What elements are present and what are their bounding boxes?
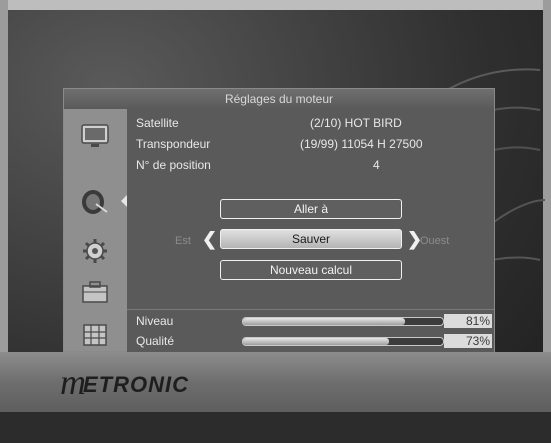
east-label: Est: [175, 235, 191, 247]
grid-box-icon[interactable]: [78, 321, 112, 349]
satellite-dish-icon[interactable]: [78, 188, 112, 216]
save-button[interactable]: Sauver: [220, 229, 402, 249]
level-bar: [242, 317, 444, 326]
transponder-value[interactable]: (19/99) 11054 H 27500: [300, 136, 423, 152]
position-value[interactable]: 4: [373, 157, 380, 173]
motor-settings-dialog: Réglages du moteur Satellite (2/10) HOT …: [63, 88, 495, 352]
toolbox-icon[interactable]: [78, 278, 112, 306]
quality-label: Qualité: [136, 334, 175, 348]
quality-bar-fill: [243, 338, 389, 345]
west-label: Ouest: [420, 235, 450, 247]
goto-button[interactable]: Aller à: [220, 199, 402, 219]
dialog-title: Réglages du moteur: [64, 89, 494, 109]
transponder-label: Transpondeur: [136, 137, 211, 151]
recalculate-button[interactable]: Nouveau calcul: [220, 260, 402, 280]
quality-percent: 73%: [444, 334, 492, 348]
satellite-value[interactable]: (2/10) HOT BIRD: [310, 115, 402, 131]
motor-content-panel: Satellite (2/10) HOT BIRD Transpondeur (…: [127, 109, 494, 309]
level-label: Niveau: [136, 314, 174, 328]
tv-icon[interactable]: [78, 122, 112, 150]
logo-text: ETRONIC: [83, 372, 189, 397]
brand-logo: m ETRONIC: [60, 362, 189, 402]
bottom-strip: [0, 412, 551, 443]
position-label: N° de position: [136, 158, 211, 172]
signal-panel: Niveau 81% Qualité 73%: [127, 309, 494, 352]
gear-icon[interactable]: [78, 237, 112, 265]
satellite-label: Satellite: [136, 116, 179, 130]
level-bar-fill: [243, 318, 405, 325]
level-percent: 81%: [444, 314, 492, 328]
sidebar: [64, 109, 127, 351]
left-arrow-icon[interactable]: ❮: [202, 230, 217, 248]
logo-initial: m: [60, 362, 86, 402]
quality-bar: [242, 337, 444, 346]
